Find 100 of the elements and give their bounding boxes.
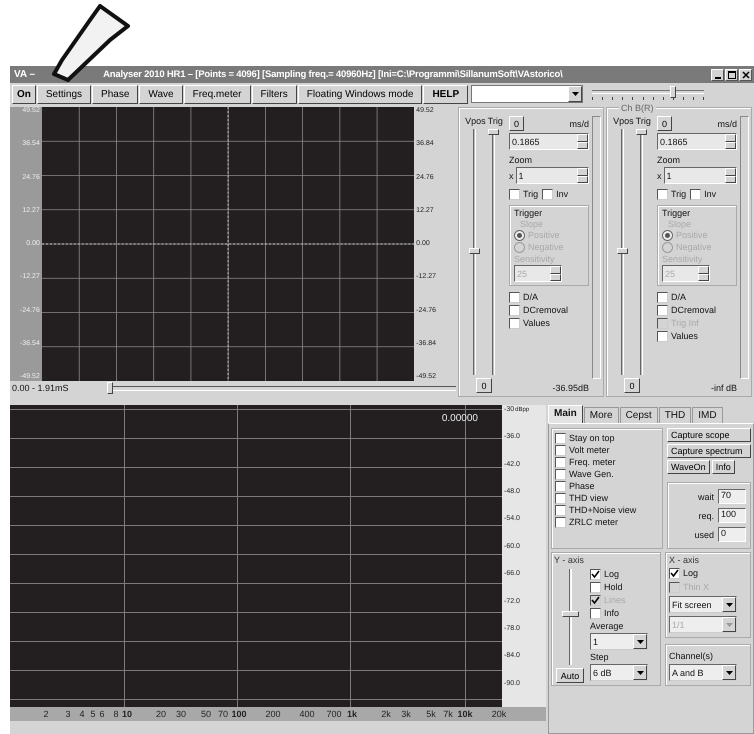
checkbox[interactable]: Info [590,608,648,619]
maximize-icon [728,70,736,78]
dropdown[interactable] [471,85,584,103]
reset-button[interactable]: 0 [624,378,640,393]
checkbox[interactable]: Log [669,568,747,579]
checkbox[interactable]: Trig [509,189,538,200]
axis-label: 10 [122,709,132,719]
reset-button[interactable]: 0 [509,116,524,131]
caret-icon [636,670,644,674]
axis-label: 2k [381,709,391,719]
field-label: ms/d [569,118,589,128]
check-icon [591,596,600,605]
tab[interactable]: More [584,407,619,423]
checkbox[interactable]: D/A [657,292,737,303]
checkbox[interactable]: THD+Noise view [555,505,659,516]
checkbox[interactable]: Inv [542,189,568,200]
check-icon [591,570,600,579]
checkbox[interactable]: D/A [509,292,589,303]
axis-label: 50 [201,709,211,719]
auto-button[interactable]: Auto [556,668,584,683]
axis-label: 70 [218,709,228,719]
zoom-field[interactable]: 1 [516,167,589,184]
time-slider[interactable] [106,382,456,394]
app-name: VA – [14,69,36,80]
field-label: ms/d [717,118,737,128]
capture-button[interactable]: Capture scope [667,428,751,442]
checkbox[interactable]: DCremoval [509,305,589,316]
axis-label: 20 [156,709,166,719]
checkbox[interactable]: DCremoval [657,305,737,316]
slider-thumb[interactable] [636,129,647,135]
buffer-field[interactable]: 0 [718,527,746,542]
group-title: X - axis [669,555,700,565]
toolbar-button[interactable]: Floating Windows mode [298,84,422,104]
checkbox[interactable]: Stay on top [555,433,659,444]
axis-label: 3 [66,709,70,719]
axis-label: 6 [100,709,104,719]
capture-button[interactable]: Capture spectrum [667,444,751,458]
tab[interactable]: IMD [692,407,723,423]
reset-button[interactable]: 0 [657,116,672,131]
tab[interactable]: Main [548,405,583,423]
axis-label: 20k [492,709,506,719]
field-label: req. [698,510,714,520]
buffer-field[interactable]: 100 [718,508,746,523]
toolbar-button[interactable]: Phase [92,84,138,104]
checkbox[interactable]: ZRLC meter [555,517,659,528]
checkbox[interactable]: Inv [690,189,716,200]
axis-label: 1k [347,709,357,719]
toolbar-button[interactable]: On [12,84,36,104]
checkbox[interactable]: Wave Gen. [555,469,659,480]
caret-icon [726,622,732,626]
checkbox[interactable]: Phase [555,481,659,492]
field-label: Zoom [657,155,682,165]
axis-label: 5 [90,709,96,719]
panel-button[interactable]: WaveOn [667,460,710,474]
toolbar-button[interactable]: Freq.meter [184,84,250,104]
step-dropdown[interactable]: 6 dB [590,664,648,681]
checkbox[interactable]: Values [509,318,589,329]
slider-thumb[interactable] [562,610,578,617]
slider-label: Trig [636,116,651,126]
close-button[interactable] [739,68,752,80]
reset-button[interactable]: 0 [476,378,492,393]
time-division-field[interactable]: 0.1865 [509,133,589,150]
toolbar-button[interactable]: HELP [423,84,468,104]
axis-label: 8 [114,709,118,719]
checkbox[interactable]: Log [590,569,648,580]
tab[interactable]: THD [658,407,692,423]
toolbar-button[interactable]: Settings [36,84,92,104]
checkbox[interactable]: Trig [657,189,686,200]
panel-title: Ch B(R) [619,103,656,113]
axis-label: 3k [401,709,411,719]
caret-icon [726,602,732,606]
zoom-field[interactable]: 1 [664,167,737,184]
toolbar-slider[interactable] [592,86,704,102]
tab[interactable]: Cepst [620,407,658,423]
slider-thumb[interactable] [488,129,499,135]
checkbox[interactable]: Hold [590,582,648,593]
time-division-field[interactable]: 0.1865 [657,133,737,150]
group-title: Y - axis [554,555,585,565]
toolbar-button[interactable]: Wave [139,84,183,104]
checkbox[interactable]: Values [657,331,737,342]
buffer-field[interactable]: 70 [718,489,746,504]
minimize-button[interactable] [711,68,724,80]
channels-dropdown[interactable]: A and B [669,664,737,681]
scale-dropdown[interactable]: Fit screen [669,596,737,613]
checkbox[interactable]: Volt meter [555,445,659,456]
average-dropdown[interactable]: 1 [590,633,648,650]
slider-thumb[interactable] [106,382,113,394]
toolbar-button[interactable]: Filters [252,84,297,104]
slider-thumb[interactable] [469,248,480,254]
slider-label: Vpos [465,116,486,126]
checkbox[interactable]: THD view [555,493,659,504]
axis-label: 400 [299,709,315,719]
slider-thumb[interactable] [617,248,628,254]
checkbox[interactable]: Freq. meter [555,457,659,468]
slider-label: Trig [488,116,503,126]
panel-button[interactable]: Info [712,460,735,474]
field-label: x [657,170,662,180]
maximize-button[interactable] [725,68,738,80]
slider-label: Vpos [613,116,634,126]
slider-thumb[interactable] [670,86,676,98]
